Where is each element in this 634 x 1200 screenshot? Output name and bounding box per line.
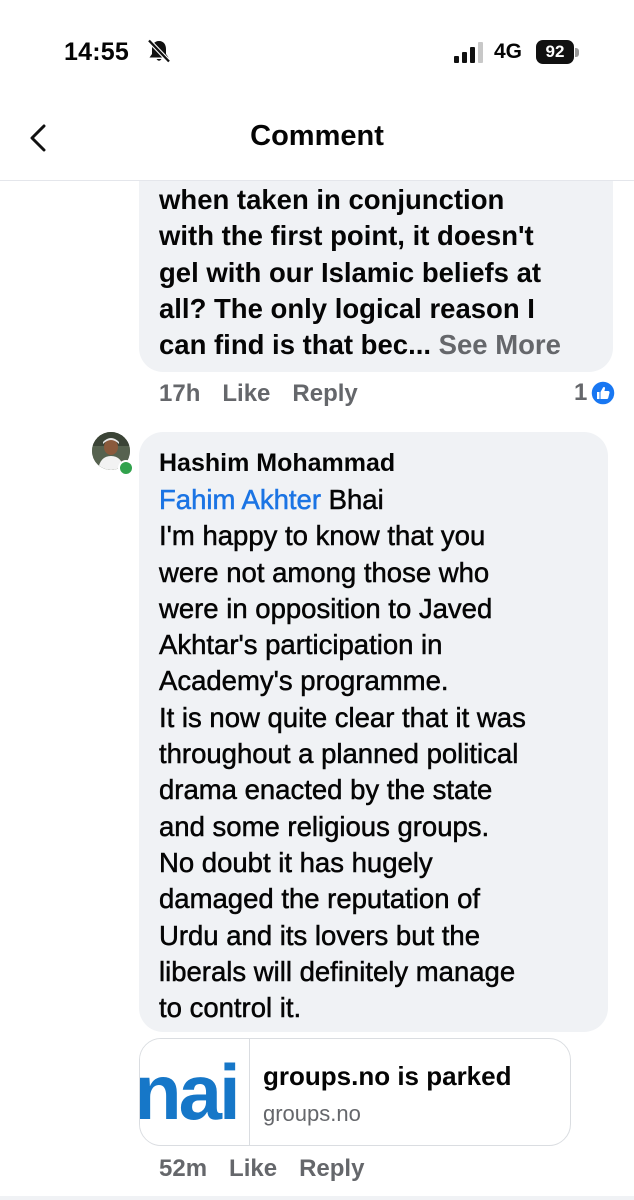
previous-comment-actions: 17h Like Reply [159,380,380,408]
mention-link[interactable]: Fahim Akhter [159,484,322,516]
thumbnail-logo: nai [140,1048,241,1136]
link-preview-card[interactable]: nai groups.no is parked groups.no [139,1038,571,1146]
reaction-summary[interactable]: 1 [574,378,617,408]
page-title: Comment [250,120,384,152]
reaction-count: 1 [574,379,588,406]
like-button[interactable]: Like [222,380,270,407]
battery-nub [575,48,579,57]
reply-button[interactable]: Reply [299,1155,364,1182]
reply-comment-bubble[interactable]: Hashim Mohammad Fahim Akhter Bhai I'm ha… [139,432,608,1032]
nav-header: Comment [0,100,634,181]
status-bar: 14:55 4G 92 [0,0,634,100]
previous-comment-bubble[interactable]: when taken in conjunction with the first… [139,150,613,372]
like-reaction-icon [590,380,617,406]
mention-suffix: Bhai [321,484,384,516]
comment-timestamp: 52m [159,1155,208,1182]
reply-button[interactable]: Reply [292,380,357,407]
previous-comment-text: when taken in conjunction with the first… [159,182,599,363]
reply-comment-text: Fahim Akhter Bhai I'm happy to know that… [159,482,594,1026]
network-type: 4G [494,40,523,63]
status-time: 14:55 [64,38,129,66]
online-status-dot [118,460,134,476]
link-thumbnail: nai [140,1039,250,1145]
like-button[interactable]: Like [229,1155,277,1182]
link-title: groups.no is parked [263,1061,512,1091]
reply-comment-body: I'm happy to know that you were not amon… [159,520,526,1024]
signal-icon [454,42,483,63]
bell-slash-icon [147,38,171,64]
see-more-link[interactable]: See More [439,329,561,360]
link-domain: groups.no [263,1101,361,1126]
comment-timestamp: 17h [159,380,201,407]
battery-icon: 92 [536,40,574,64]
reply-comment-actions: 52m Like Reply [159,1155,386,1183]
bottom-divider [0,1196,634,1200]
comment-author-name[interactable]: Hashim Mohammad [159,449,395,478]
